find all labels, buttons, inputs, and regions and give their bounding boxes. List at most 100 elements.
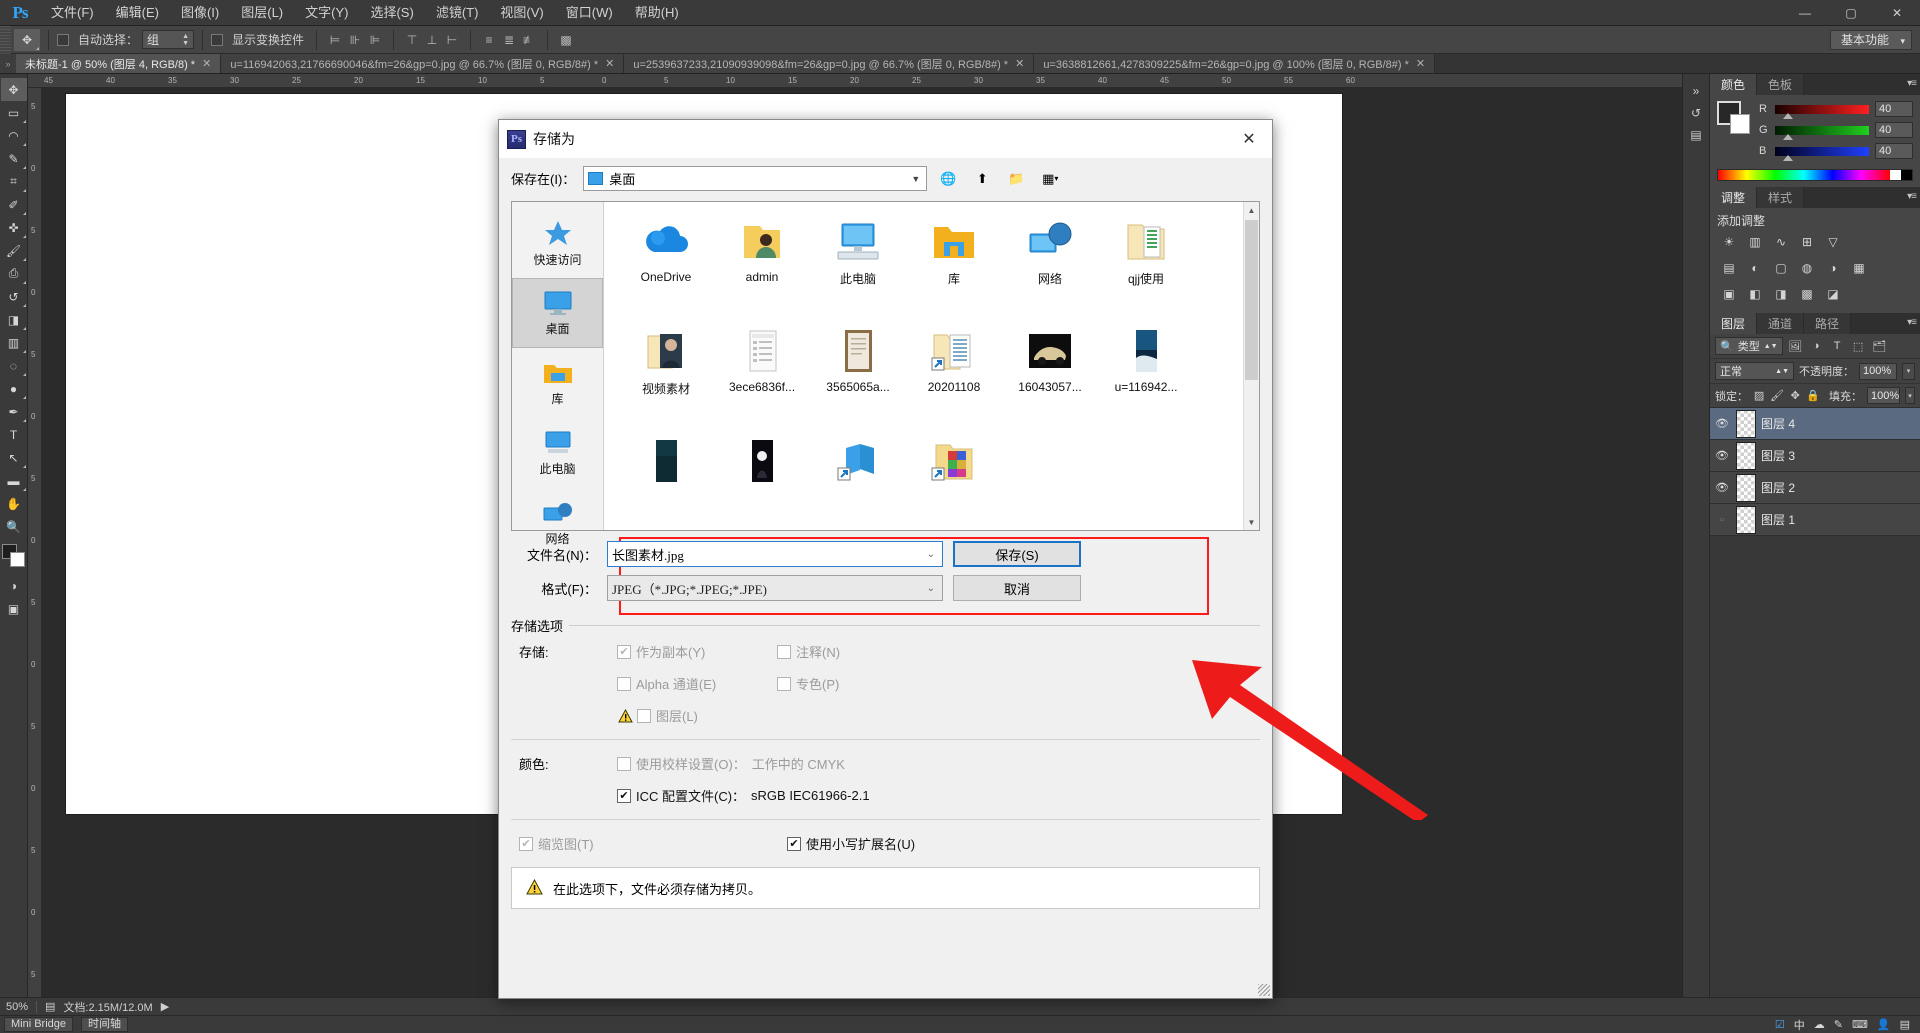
auto-select-scope-select[interactable]: 组 ▲▼ [142, 30, 194, 49]
gradient-tool[interactable]: ▥ [1, 331, 27, 354]
chevron-down-icon[interactable]: ⌄ [927, 549, 935, 560]
auto-align-layers-icon[interactable]: ▩ [556, 30, 576, 50]
layer-row-3[interactable]: 👁 图层 3 [1710, 440, 1920, 472]
spot-healing-brush-tool[interactable]: ✜ [1, 216, 27, 239]
distribute-top-icon[interactable]: ≡ [479, 30, 499, 50]
file-item-row3-4[interactable] [906, 432, 1002, 530]
blend-mode-select[interactable]: 正常 ▲▼ [1715, 362, 1794, 380]
tabbar-grip-icon[interactable]: » [0, 54, 16, 73]
vibrance-icon[interactable]: ▽ [1822, 233, 1844, 251]
channel-value-g[interactable]: 40 [1875, 122, 1913, 138]
lowercase-extension-checkbox-wrap[interactable]: 使用小写扩展名(U) [787, 834, 915, 853]
close-icon[interactable]: ✕ [1874, 0, 1920, 26]
align-bottom-edges-icon[interactable]: ⊢ [442, 30, 462, 50]
color-panel-menu-icon[interactable]: ▾≡ [1907, 78, 1916, 89]
menu-help[interactable]: 帮助(H) [624, 0, 690, 26]
hue-saturation-icon[interactable]: ▤ [1718, 259, 1740, 277]
file-item-row3-3[interactable] [810, 432, 906, 530]
layer-thumbnail[interactable] [1736, 506, 1756, 534]
spot-colors-checkbox-wrap[interactable]: 专色(P) [777, 674, 937, 693]
mini-bridge-button[interactable]: Mini Bridge [4, 1017, 73, 1032]
history-brush-tool[interactable]: ↺ [1, 285, 27, 308]
opacity-value[interactable]: 100% [1859, 363, 1897, 380]
align-right-edges-icon[interactable]: ⊫ [365, 30, 385, 50]
minimize-icon[interactable]: — [1782, 0, 1828, 26]
type-tool[interactable]: T [1, 423, 27, 446]
invert-icon[interactable]: ▣ [1718, 285, 1740, 303]
tab-close-icon[interactable]: ✕ [605, 57, 614, 70]
background-color-swatch[interactable] [10, 552, 25, 567]
files-scrollbar[interactable]: ▲ ▼ [1243, 202, 1259, 530]
tab-adjustments[interactable]: 调整 [1710, 187, 1757, 208]
layer-visibility-icon[interactable]: 👁 [1713, 449, 1731, 462]
show-transform-checkbox[interactable] [211, 34, 223, 46]
save-in-select[interactable]: 桌面 ▼ [583, 166, 927, 191]
options-grip[interactable] [0, 26, 11, 54]
lock-image-pixels-icon[interactable]: 🖌 [1770, 387, 1784, 404]
align-vertical-centers-icon[interactable]: ⊥ [422, 30, 442, 50]
proof-setup-checkbox-wrap[interactable]: 使用校样设置(O)： 工作中的 CMYK [617, 754, 845, 773]
slider-knob-g[interactable] [1783, 134, 1793, 140]
move-tool[interactable]: ✥ [1, 78, 27, 101]
layer-visibility-icon[interactable]: ▫ [1713, 514, 1731, 526]
brightness-contrast-icon[interactable]: ☀ [1718, 233, 1740, 251]
annotations-checkbox-wrap[interactable]: 注释(N) [777, 642, 937, 661]
thumbnail-checkbox[interactable] [519, 837, 533, 851]
layers-checkbox[interactable] [637, 709, 651, 723]
file-item-this-pc[interactable]: 此电脑 [810, 212, 906, 322]
filter-type-layers-icon[interactable]: T [1829, 338, 1846, 355]
format-select[interactable]: JPEG（*.JPG;*.JPEG;*.JPE) ⌄ [607, 575, 943, 601]
annotations-checkbox[interactable] [777, 645, 791, 659]
quick-mask-toggle[interactable]: ◑ [1, 574, 27, 597]
icc-profile-checkbox[interactable] [617, 789, 631, 803]
dialog-resize-grip[interactable] [1258, 984, 1270, 996]
levels-icon[interactable]: ▥ [1744, 233, 1766, 251]
file-item-u116942[interactable]: u=116942... [1098, 322, 1194, 432]
zoom-tool[interactable]: 🔍 [1, 515, 27, 538]
align-left-edges-icon[interactable]: ⊨ [325, 30, 345, 50]
file-item-admin[interactable]: admin [714, 212, 810, 322]
layer-visibility-icon[interactable]: 👁 [1713, 481, 1731, 494]
properties-panel-icon[interactable]: ▤ [1684, 124, 1708, 146]
file-item-library[interactable]: 库 [906, 212, 1002, 322]
posterize-icon[interactable]: ◧ [1744, 285, 1766, 303]
document-tab-1[interactable]: u=116942063,21766690046&fm=26&gp=0.jpg @… [221, 54, 624, 73]
keyboard-icon[interactable]: ⌨ [1852, 1018, 1868, 1031]
tab-paths[interactable]: 路径 [1804, 313, 1851, 334]
layer-filter-select[interactable]: 🔍 类型 ▲▼ [1715, 337, 1783, 355]
file-item-3ece6836f[interactable]: 3ece6836f... [714, 322, 810, 432]
eraser-tool[interactable]: ◨ [1, 308, 27, 331]
as-copy-checkbox[interactable] [617, 645, 631, 659]
brush-tool[interactable]: 🖌 [1, 239, 27, 262]
cancel-button[interactable]: 取消 [953, 575, 1081, 601]
filter-adjustment-layers-icon[interactable]: ◑ [1808, 338, 1825, 355]
file-item-row3-2[interactable] [714, 432, 810, 530]
slider-knob-r[interactable] [1783, 113, 1793, 119]
pen-tool[interactable]: ✒ [1, 400, 27, 423]
photo-filter-icon[interactable]: ◍ [1796, 259, 1818, 277]
slider-b[interactable] [1775, 147, 1869, 156]
lowercase-extension-checkbox[interactable] [787, 837, 801, 851]
path-selection-tool[interactable]: ↖ [1, 446, 27, 469]
menu-filter[interactable]: 滤镜(T) [425, 0, 490, 26]
align-top-edges-icon[interactable]: ⊤ [402, 30, 422, 50]
file-item-16043057[interactable]: 16043057... [1002, 322, 1098, 432]
place-library[interactable]: 库 [512, 348, 603, 418]
icc-profile-checkbox-wrap[interactable]: ICC 配置文件(C)： sRGB IEC61966-2.1 [617, 786, 870, 805]
distribute-center-icon[interactable]: ≣ [499, 30, 519, 50]
layer-row-4[interactable]: 👁 图层 4 [1710, 408, 1920, 440]
zoom-level[interactable]: 50% [6, 1001, 28, 1013]
menu-edit[interactable]: 编辑(E) [105, 0, 170, 26]
tab-close-icon[interactable]: ✕ [1416, 57, 1425, 70]
color-balance-icon[interactable]: ◐ [1744, 259, 1766, 277]
user-icon[interactable]: 👤 [1877, 1018, 1891, 1031]
fill-dropdown-icon[interactable]: ▾ [1905, 387, 1915, 404]
scroll-up-icon[interactable]: ▲ [1244, 202, 1259, 218]
channel-value-b[interactable]: 40 [1875, 143, 1913, 159]
file-item-qjj[interactable]: qjj使用 [1098, 212, 1194, 322]
filter-smart-objects-icon[interactable]: 🗂 [1871, 338, 1888, 355]
document-tab-0[interactable]: 未标题-1 @ 50% (图层 4, RGB/8) * ✕ [16, 54, 221, 73]
layer-visibility-icon[interactable]: 👁 [1713, 417, 1731, 430]
color-swatches[interactable] [1717, 101, 1751, 135]
tab-color[interactable]: 颜色 [1710, 74, 1757, 95]
